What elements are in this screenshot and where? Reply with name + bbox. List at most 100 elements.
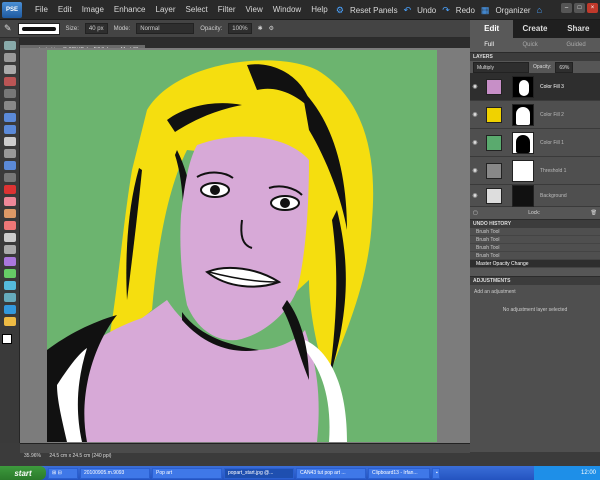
mode-dropdown[interactable]: Normal: [136, 23, 195, 34]
adjustments-header[interactable]: ADJUSTMENTS: [470, 276, 600, 285]
menu-file[interactable]: File: [30, 0, 53, 20]
visibility-eye-icon[interactable]: ◉: [470, 111, 480, 118]
history-item-label: Master Opacity Change: [476, 260, 529, 267]
type-tool-icon[interactable]: [3, 137, 16, 146]
smart-brush-tool-icon[interactable]: [3, 245, 16, 254]
layer-row-color-fill-2[interactable]: ◉ Color Fill 2: [470, 101, 600, 129]
straighten-tool-icon[interactable]: [3, 173, 16, 182]
eyedropper-tool-icon[interactable]: [3, 77, 16, 86]
tab-share[interactable]: Share: [557, 20, 600, 38]
undo-history-header[interactable]: UNDO HISTORY: [470, 219, 600, 228]
add-adjustment-link[interactable]: Add an adjustment: [470, 285, 600, 299]
taskbar-item[interactable]: 20100905.m.9093: [80, 467, 150, 479]
tab-edit[interactable]: Edit: [470, 20, 514, 38]
selection-brush-tool-icon[interactable]: [3, 125, 16, 134]
restore-button[interactable]: □: [574, 3, 585, 13]
airbrush-icon[interactable]: ✱: [258, 25, 263, 32]
menu-image[interactable]: Image: [77, 0, 109, 20]
home-icon[interactable]: ⌂: [537, 5, 542, 15]
pop-art-image[interactable]: [47, 50, 437, 442]
subtab-full[interactable]: Full: [484, 42, 494, 48]
shape-tool-icon[interactable]: [3, 281, 16, 290]
close-button[interactable]: ×: [587, 3, 598, 13]
menu-filter[interactable]: Filter: [213, 0, 241, 20]
undo-button[interactable]: Undo: [417, 6, 436, 15]
zoom-readout[interactable]: 35.96%: [24, 453, 41, 459]
size-field[interactable]: 40 px: [84, 23, 108, 34]
history-item[interactable]: Brush Tool: [470, 244, 600, 252]
healing-brush-tool-icon[interactable]: [3, 197, 16, 206]
eraser-tool-icon[interactable]: [3, 221, 16, 230]
layer-row-color-fill-3[interactable]: ◉ Color Fill 3: [470, 73, 600, 101]
red-eye-tool-icon[interactable]: [3, 185, 16, 194]
undo-icon: ↶: [403, 4, 412, 15]
marquee-tool-icon[interactable]: [3, 89, 16, 98]
pencil-tool-icon[interactable]: [3, 317, 16, 326]
layer-mask-thumbnail[interactable]: [512, 184, 534, 207]
layer-mask-thumbnail[interactable]: [512, 103, 534, 126]
brush-tool-icon[interactable]: ✎: [4, 23, 12, 34]
color-swatches[interactable]: [1, 334, 18, 349]
layer-mask-thumbnail[interactable]: [512, 75, 534, 98]
layer-opacity-label: Opacity:: [533, 64, 552, 70]
visibility-eye-icon[interactable]: ◉: [470, 192, 480, 199]
subtab-guided[interactable]: Guided: [566, 42, 585, 48]
history-item[interactable]: Brush Tool: [470, 228, 600, 236]
taskbar-item[interactable]: ▪: [432, 467, 440, 479]
reset-panels-button[interactable]: Reset Panels: [350, 6, 398, 15]
layer-row-background[interactable]: ◉ Background: [470, 184, 600, 207]
layers-panel-header[interactable]: LAYERS: [470, 52, 600, 61]
visibility-eye-icon[interactable]: ◉: [470, 167, 480, 174]
redo-button[interactable]: Redo: [456, 6, 475, 15]
zoom-tool-icon[interactable]: [3, 53, 16, 62]
visibility-eye-icon[interactable]: ◉: [470, 83, 480, 90]
menu-window[interactable]: Window: [268, 0, 306, 20]
history-item[interactable]: Brush Tool: [470, 252, 600, 260]
lasso-tool-icon[interactable]: [3, 101, 16, 110]
layer-fill-thumbnail: [486, 134, 502, 151]
delete-layer-icon[interactable]: 🗑: [591, 210, 597, 216]
move-tool-icon[interactable]: [3, 41, 16, 50]
menu-layer[interactable]: Layer: [151, 0, 181, 20]
crop-tool-icon[interactable]: [3, 149, 16, 158]
quick-launch[interactable]: ⊞ ⊟: [48, 467, 78, 479]
layer-opacity-field[interactable]: 69%: [555, 61, 574, 73]
gradient-tool-icon[interactable]: [3, 269, 16, 278]
paint-bucket-tool-icon[interactable]: [3, 257, 16, 266]
brush-settings-icon[interactable]: ⚙: [269, 25, 274, 32]
brush-preset-picker[interactable]: [17, 22, 60, 35]
menu-view[interactable]: View: [241, 0, 268, 20]
history-item[interactable]: Brush Tool: [470, 236, 600, 244]
taskbar-item[interactable]: Clipboard13 - Irfan...: [368, 467, 430, 479]
layer-row-color-fill-1[interactable]: ◉ Color Fill 1: [470, 129, 600, 157]
organizer-button[interactable]: Organizer: [495, 6, 530, 15]
brush-tool-button-icon[interactable]: [3, 233, 16, 242]
blur-tool-icon[interactable]: [3, 293, 16, 302]
blend-mode-dropdown[interactable]: Multiply: [473, 61, 529, 73]
hand-tool-icon[interactable]: [3, 65, 16, 74]
foreground-color-swatch[interactable]: [1, 334, 12, 344]
minimize-button[interactable]: –: [561, 3, 572, 13]
opacity-field[interactable]: 100%: [228, 23, 252, 34]
sponge-tool-icon[interactable]: [3, 305, 16, 314]
history-item-selected[interactable]: Master Opacity Change: [470, 260, 600, 268]
new-layer-icon[interactable]: ▢: [473, 210, 478, 216]
menu-help[interactable]: Help: [306, 0, 332, 20]
taskbar-item-active[interactable]: popart_start.jpg @...: [224, 467, 294, 479]
clock[interactable]: 12:00: [581, 470, 596, 476]
magic-wand-tool-icon[interactable]: [3, 113, 16, 122]
menu-edit[interactable]: Edit: [53, 0, 77, 20]
visibility-eye-icon[interactable]: ◉: [470, 139, 480, 146]
start-button[interactable]: start: [0, 466, 46, 480]
tab-create[interactable]: Create: [513, 20, 556, 38]
clone-stamp-tool-icon[interactable]: [3, 209, 16, 218]
layer-row-threshold-1[interactable]: ◉ Threshold 1: [470, 157, 600, 185]
subtab-quick[interactable]: Quick: [522, 42, 537, 48]
menu-select[interactable]: Select: [181, 0, 213, 20]
taskbar-item[interactable]: CAN43 tut pop art ...: [296, 467, 366, 479]
layer-mask-thumbnail[interactable]: [512, 131, 534, 154]
menu-enhance[interactable]: Enhance: [109, 0, 151, 20]
layer-mask-thumbnail[interactable]: [512, 159, 534, 182]
cookie-cutter-tool-icon[interactable]: [3, 161, 16, 170]
taskbar-item[interactable]: Pop art: [152, 467, 222, 479]
